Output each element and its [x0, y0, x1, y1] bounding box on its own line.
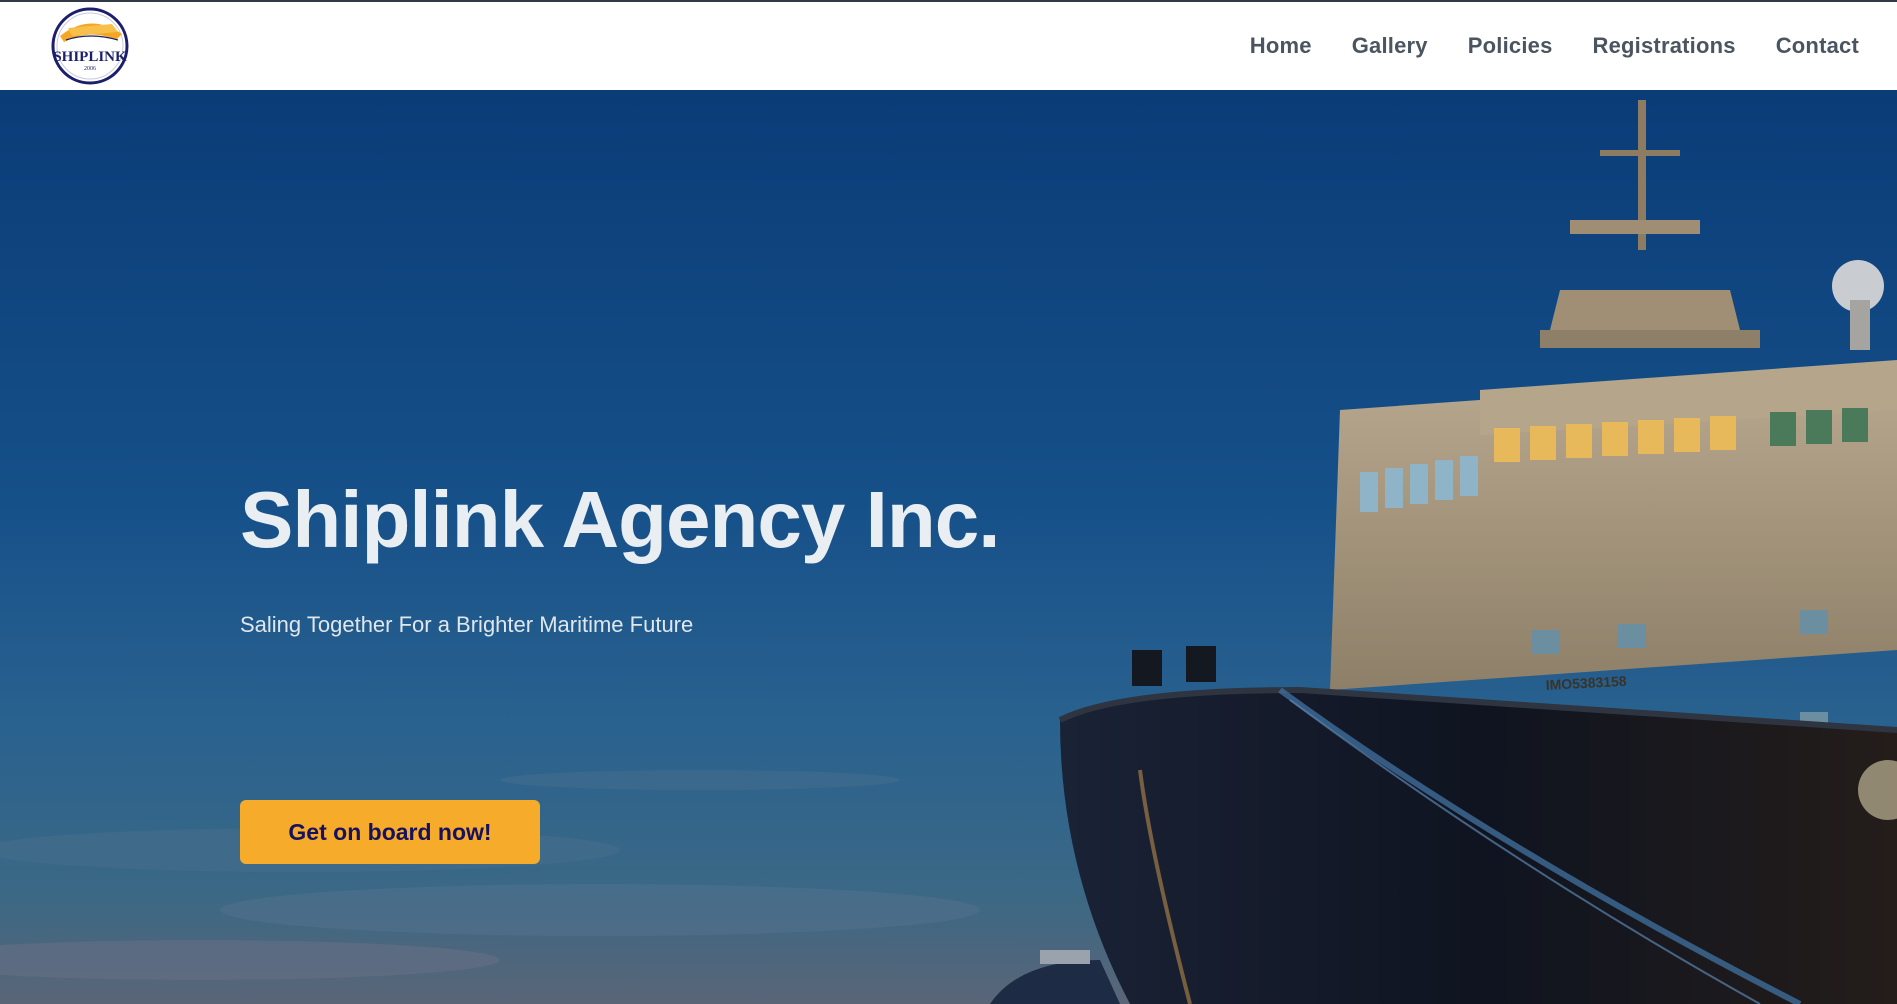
nav-policies[interactable]: Policies [1468, 33, 1553, 59]
get-on-board-button[interactable]: Get on board now! [240, 800, 540, 864]
logo-year: 2006 [84, 66, 96, 72]
main-nav: Home Gallery Policies Registrations Cont… [1210, 2, 1859, 90]
hero-content: Shiplink Agency Inc. Saling Together For… [240, 475, 1000, 864]
nav-home[interactable]: Home [1250, 33, 1312, 59]
nav-gallery[interactable]: Gallery [1352, 33, 1428, 59]
hero-section: IMO5383158 Shiplink Agency Inc. Saling T… [0, 90, 1897, 1004]
hero-title: Shiplink Agency Inc. [240, 475, 1000, 564]
shiplink-logo[interactable]: SHIPLINK 2006 [38, 6, 142, 86]
site-header: SHIPLINK 2006 Home Gallery Policies Regi… [0, 2, 1897, 90]
nav-registrations[interactable]: Registrations [1593, 33, 1736, 59]
hero-subtitle: Saling Together For a Brighter Maritime … [240, 612, 694, 637]
logo-wordmark: SHIPLINK [53, 49, 127, 65]
nav-contact[interactable]: Contact [1776, 33, 1859, 59]
